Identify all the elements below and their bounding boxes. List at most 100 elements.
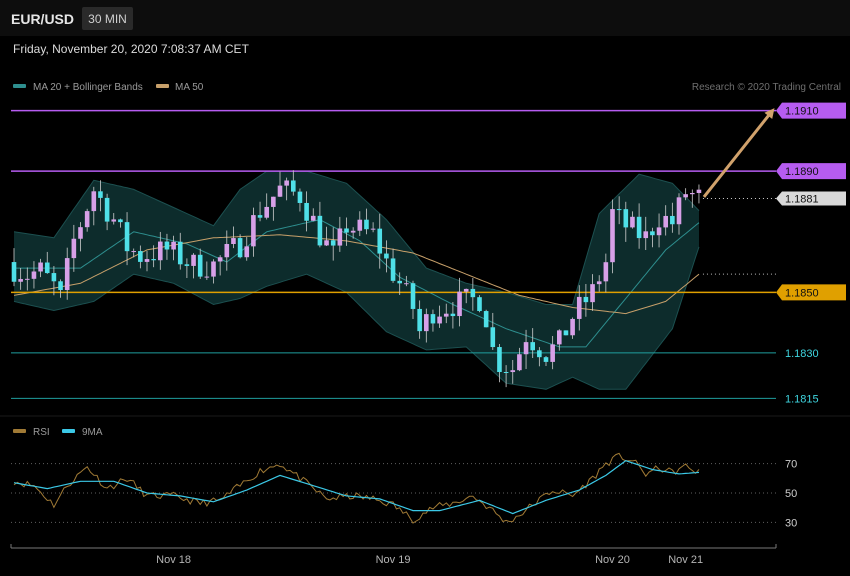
candle [696, 184, 702, 204]
rsi-ma9-line [13, 460, 700, 515]
candle-body [111, 219, 117, 222]
candle-body [244, 246, 250, 258]
candle-body [370, 228, 376, 230]
candle [610, 199, 615, 274]
candle-body [118, 219, 123, 223]
candle-body [610, 209, 615, 263]
candle-body [384, 253, 389, 259]
candle-body [483, 311, 489, 328]
candle-body [557, 330, 562, 345]
candle-body [570, 318, 575, 336]
candle-body [11, 262, 17, 282]
candle-body [184, 264, 190, 266]
candle-body [350, 230, 356, 233]
price-level-labels: 1.1910 1.1890 1.1881 1.1850 1.1830 1.1815 [776, 102, 846, 405]
forecast-arrow-line [702, 108, 775, 198]
candle-body [417, 308, 422, 332]
candle-body [663, 215, 668, 228]
candle-body [337, 228, 343, 246]
candle-body [390, 258, 396, 281]
target-level-label: 1.1815 [785, 393, 819, 405]
candle [483, 309, 489, 328]
candle-body [158, 241, 163, 261]
candle-body [690, 192, 695, 195]
x-axis: Nov 18 Nov 19 Nov 20 Nov 21 [10, 544, 777, 566]
candle-body [191, 254, 196, 266]
candle-body [563, 330, 569, 336]
candle-body [217, 257, 223, 262]
target-level-label: 1.1830 [785, 348, 819, 360]
candle-body [44, 262, 50, 274]
candle-body [251, 215, 256, 247]
candle-body [330, 240, 336, 246]
candle-body [304, 202, 309, 221]
candle-body [576, 296, 582, 319]
candle-body [131, 251, 136, 253]
rsi-tick-label: 30 [785, 517, 797, 529]
candle-body [537, 350, 542, 358]
candle-body [437, 316, 442, 324]
candle-body [84, 211, 90, 228]
candle-body [231, 238, 236, 245]
candle-body [517, 354, 522, 371]
candle-body [324, 240, 329, 246]
candle-body [310, 215, 316, 221]
candle-body [477, 297, 482, 312]
candle [477, 295, 482, 313]
candle-body [291, 180, 296, 192]
candle-body [623, 209, 629, 228]
chart-canvas: EUR/USD 30 MIN Friday, November 20, 2020… [0, 0, 850, 566]
datetime-label: Friday, November 20, 2020 7:08:37 AM CET [13, 42, 250, 56]
candle-body [470, 288, 476, 298]
candle-body [397, 280, 402, 284]
candle-body [78, 227, 83, 239]
candle-body [284, 180, 289, 186]
candle-body [211, 261, 216, 277]
candle-body [650, 231, 655, 236]
candle-body [410, 283, 416, 309]
candle-body [590, 284, 595, 303]
interval-label: 30 MIN [88, 12, 127, 26]
last-price-label: 1.1881 [785, 193, 819, 205]
candle-body [237, 238, 243, 258]
level-tag-label: 1.1910 [785, 106, 819, 118]
candle-body [138, 251, 143, 262]
bollinger-bands [13, 170, 700, 390]
candle-body [670, 215, 675, 225]
level-tag-label: 1.1850 [785, 287, 819, 299]
candle-body [104, 197, 110, 222]
ma20-legend-label: MA 20 + Bollinger Bands [33, 82, 143, 93]
candle-body [297, 191, 303, 203]
candle-body [457, 291, 462, 317]
candle-body [616, 209, 622, 211]
candle-body [18, 279, 23, 282]
candle-body [683, 194, 688, 198]
x-tick-label: Nov 20 [595, 554, 630, 566]
candle-body [171, 241, 176, 250]
candle-body [696, 189, 702, 193]
candle-body [124, 222, 130, 252]
x-tick-label: Nov 21 [668, 554, 703, 566]
candle-body [676, 197, 682, 225]
level-tag-resistance: 1.1890 [776, 163, 846, 180]
last-price-tag: 1.1881 [776, 191, 846, 206]
rsi-lines [13, 452, 700, 524]
candle-body [510, 370, 516, 373]
rsi-legend-label: RSI [33, 427, 50, 438]
candle-body [204, 276, 210, 278]
candle-body [643, 231, 649, 239]
candle-body [364, 219, 369, 230]
rsi-tick-label: 70 [785, 459, 797, 471]
candle-body [596, 281, 602, 285]
candle [563, 330, 569, 336]
candle-body [630, 216, 635, 228]
candle-body [164, 241, 170, 250]
level-tag-resistance: 1.1910 [776, 102, 846, 119]
candle-body [636, 216, 642, 239]
bollinger-band-fill [14, 171, 699, 390]
candle-body [490, 327, 496, 348]
candle-body [31, 271, 37, 279]
candle-body [550, 344, 555, 362]
candle-body [151, 259, 156, 261]
forecast-arrow [702, 108, 775, 198]
